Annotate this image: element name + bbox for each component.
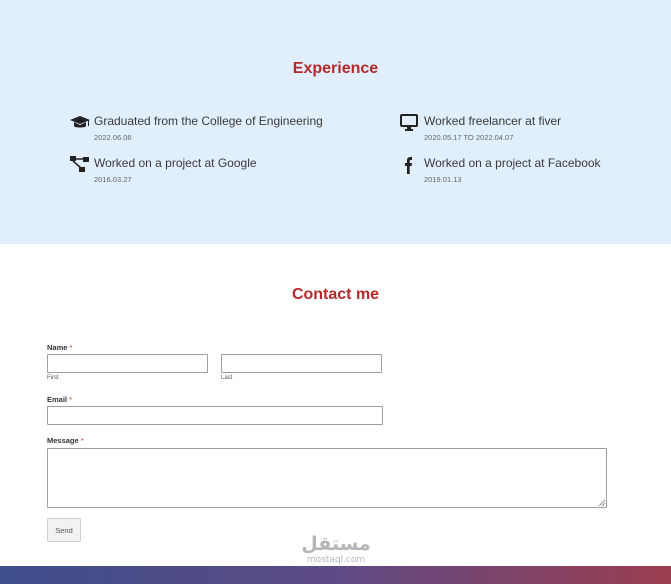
experience-date: 2022.06.06 bbox=[94, 133, 132, 142]
resize-grip-icon[interactable] bbox=[598, 499, 605, 506]
send-button[interactable]: Send bbox=[47, 518, 81, 542]
experience-text: Graduated from the College of Engineerin… bbox=[94, 114, 323, 128]
experience-date: 2019.01.13 bbox=[424, 175, 462, 184]
footer-bar bbox=[0, 566, 671, 584]
experience-date: 2020.05.17 TO 2022.04.07 bbox=[424, 133, 514, 142]
required-mark: * bbox=[69, 343, 73, 352]
required-mark: * bbox=[69, 395, 73, 404]
experience-text: Worked on a project at Google bbox=[94, 156, 257, 170]
first-sub-label: First bbox=[47, 375, 59, 381]
name-label: Name * bbox=[47, 343, 72, 352]
first-name-input[interactable] bbox=[47, 354, 208, 373]
watermark-main-text: مستقل bbox=[301, 533, 371, 555]
message-label: Message * bbox=[47, 436, 84, 445]
name-label-text: Name bbox=[47, 343, 68, 352]
desktop-icon bbox=[400, 114, 418, 131]
required-mark: * bbox=[80, 436, 84, 445]
contact-title: Contact me bbox=[291, 286, 380, 303]
mostaql-watermark: مستقل mostaql.com bbox=[286, 533, 386, 565]
watermark-sub-text: mostaql.com bbox=[306, 555, 366, 565]
last-name-input[interactable] bbox=[221, 354, 382, 373]
message-textarea[interactable] bbox=[47, 448, 607, 508]
experience-text: Worked freelancer at fiver bbox=[424, 114, 562, 128]
email-input[interactable] bbox=[47, 406, 383, 425]
sitemap-icon bbox=[70, 156, 89, 172]
email-label: Email * bbox=[47, 395, 72, 404]
experience-text: Worked on a project at Facebook bbox=[424, 156, 601, 170]
experience-date: 2016.03.27 bbox=[94, 175, 132, 184]
last-sub-label: Last bbox=[221, 375, 233, 381]
experience-section: Experience Graduated from the College of… bbox=[0, 0, 671, 244]
message-label-text: Message bbox=[47, 436, 79, 445]
facebook-icon bbox=[405, 157, 412, 174]
experience-title: Experience bbox=[292, 60, 379, 77]
email-label-text: Email bbox=[47, 395, 68, 404]
graduation-cap-icon bbox=[70, 116, 90, 128]
